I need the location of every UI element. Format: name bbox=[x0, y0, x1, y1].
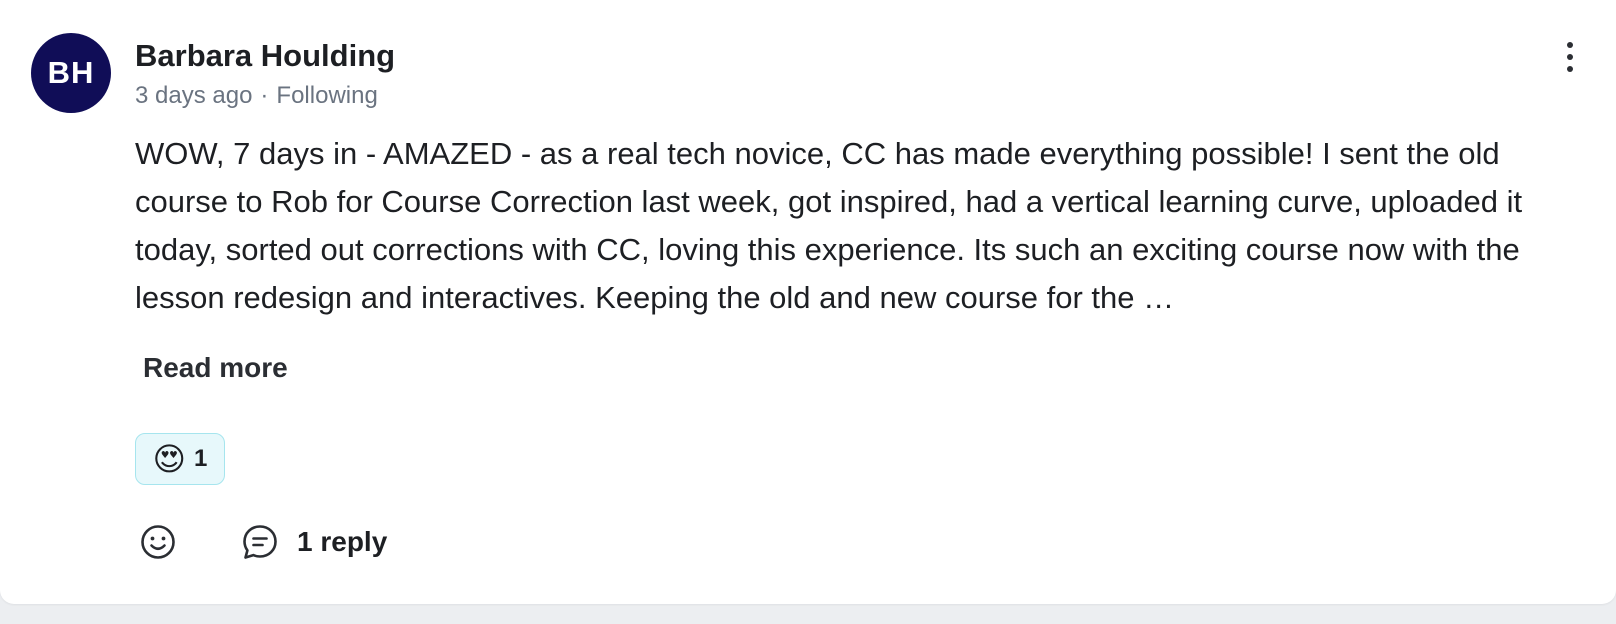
smiley-icon bbox=[141, 525, 175, 559]
avatar[interactable]: BH bbox=[31, 33, 111, 113]
post-card: BH Barbara Houlding 3 days ago · Followi… bbox=[0, 0, 1616, 604]
menu-dot bbox=[1567, 54, 1573, 60]
heart-eyes-emoji-icon: 😍 bbox=[152, 441, 186, 477]
author-name[interactable]: Barbara Houlding bbox=[135, 36, 395, 76]
reaction-chip[interactable]: 😍 1 bbox=[135, 433, 225, 485]
reply-count-label: 1 reply bbox=[297, 526, 388, 557]
post-meta: 3 days ago · Following bbox=[135, 80, 378, 112]
reaction-count: 1 bbox=[194, 445, 208, 472]
add-reaction-button[interactable] bbox=[138, 522, 178, 562]
avatar-initials: BH bbox=[47, 55, 95, 90]
follow-status[interactable]: Following bbox=[276, 80, 377, 112]
meta-separator: · bbox=[260, 82, 269, 109]
menu-dot bbox=[1567, 66, 1573, 72]
menu-dot bbox=[1567, 42, 1573, 48]
more-vertical-icon[interactable] bbox=[1554, 37, 1586, 77]
post-body: WOW, 7 days in - AMAZED - as a real tech… bbox=[135, 136, 1523, 315]
read-more-button[interactable]: Read more bbox=[143, 350, 288, 386]
reply-button[interactable]: 1 reply bbox=[240, 520, 387, 564]
comment-bubble-icon bbox=[243, 525, 277, 559]
post-timestamp[interactable]: 3 days ago bbox=[135, 80, 252, 112]
